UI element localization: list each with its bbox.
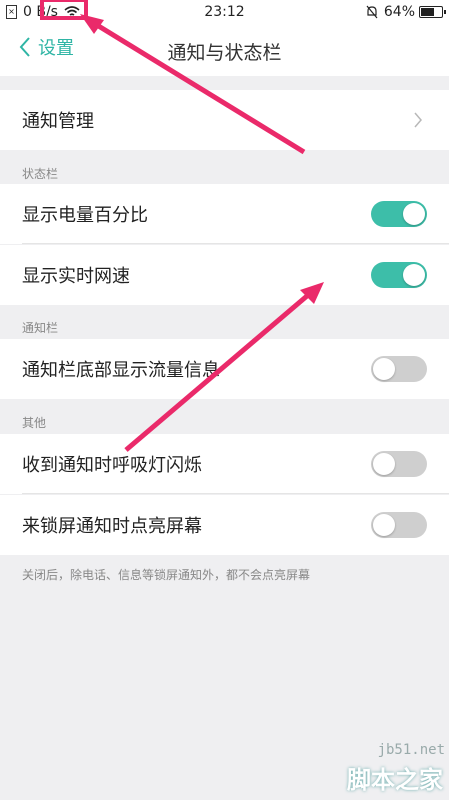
lock-wake-label: 来锁屏通知时点亮屏幕	[22, 516, 202, 537]
realtime-speed-toggle[interactable]	[371, 262, 427, 288]
breathing-light-toggle[interactable]	[371, 451, 427, 477]
traffic-info-row: 通知栏底部显示流量信息	[0, 339, 449, 399]
breathing-light-row: 收到通知时呼吸灯闪烁	[0, 434, 449, 494]
page-title: 通知与状态栏	[167, 42, 282, 64]
battery-fill	[421, 8, 434, 16]
section-other: 其他	[22, 416, 47, 430]
realtime-speed-row: 显示实时网速	[0, 245, 449, 305]
nav-bar: 设置 通知与状态栏	[0, 26, 449, 76]
watermark-name: 脚本之家	[347, 766, 443, 794]
watermark: jb51.net 脚本之家	[299, 740, 449, 800]
battery-percent-toggle[interactable]	[371, 201, 427, 227]
notification-management-item[interactable]: 通知管理	[0, 90, 449, 150]
battery-icon	[419, 6, 446, 18]
section-notification-bar: 通知栏	[22, 321, 59, 335]
footnote: 关闭后，除电话、信息等锁屏通知外，都不会点亮屏幕	[22, 568, 311, 582]
section-status-bar: 状态栏	[22, 167, 59, 181]
battery-percent-row: 显示电量百分比	[0, 184, 449, 244]
lock-wake-row: 来锁屏通知时点亮屏幕	[0, 495, 449, 555]
realtime-speed-label: 显示实时网速	[22, 266, 130, 287]
breathing-light-label: 收到通知时呼吸灯闪烁	[22, 455, 202, 476]
status-right: 64%	[366, 4, 446, 20]
battery-percent-label: 显示电量百分比	[22, 205, 148, 226]
traffic-info-toggle[interactable]	[371, 356, 427, 382]
chevron-right-icon	[414, 112, 422, 128]
status-bar: × 0 B/s 23:12 64%	[0, 0, 449, 26]
mute-bell-icon	[366, 5, 378, 19]
watermark-site: jb51.net	[377, 742, 445, 758]
notification-management-label: 通知管理	[22, 111, 94, 132]
lock-wake-toggle[interactable]	[371, 512, 427, 538]
traffic-info-label: 通知栏底部显示流量信息	[22, 360, 220, 381]
battery-percent: 64%	[383, 4, 415, 20]
